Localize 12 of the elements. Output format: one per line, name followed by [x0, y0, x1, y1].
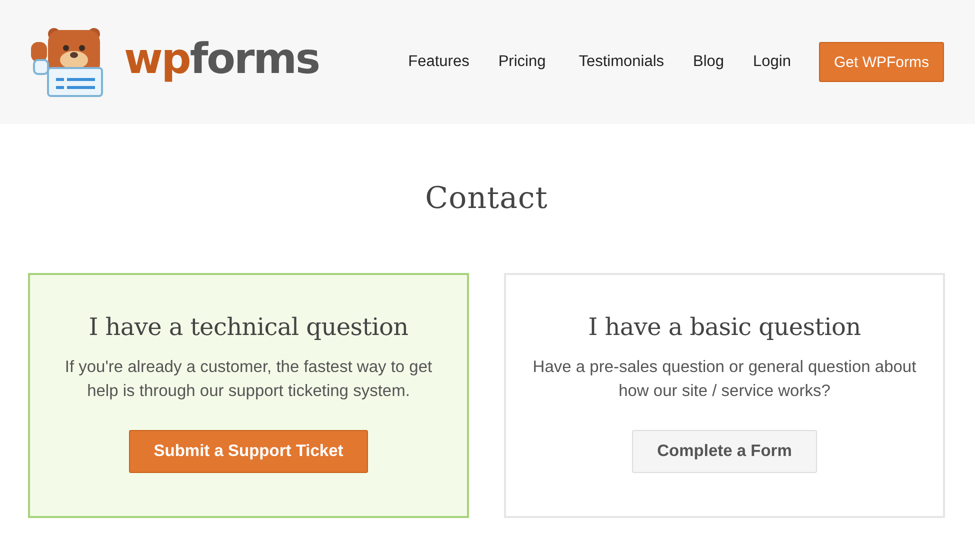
nav-link[interactable]: Login — [753, 53, 791, 71]
card-title: I have a basic question — [588, 313, 861, 341]
nav-link[interactable]: Blog — [693, 53, 724, 71]
page-title: Contact — [424, 180, 549, 216]
card-description: Have a pre-sales question or general question about how our site / service works? — [532, 357, 918, 402]
complete-form-button[interactable]: Complete a Form — [632, 430, 817, 473]
nav-link[interactable]: Testimonials — [578, 53, 664, 71]
card-description: If you're already a customer, the fastest way to get help is through our support ticketing system. — [64, 357, 434, 402]
nav-link[interactable]: Pricing — [498, 53, 546, 71]
logo-text[interactable]: wpforms — [124, 38, 319, 86]
nav-link[interactable]: Features — [408, 53, 470, 71]
card-title: I have a technical question — [88, 313, 408, 341]
